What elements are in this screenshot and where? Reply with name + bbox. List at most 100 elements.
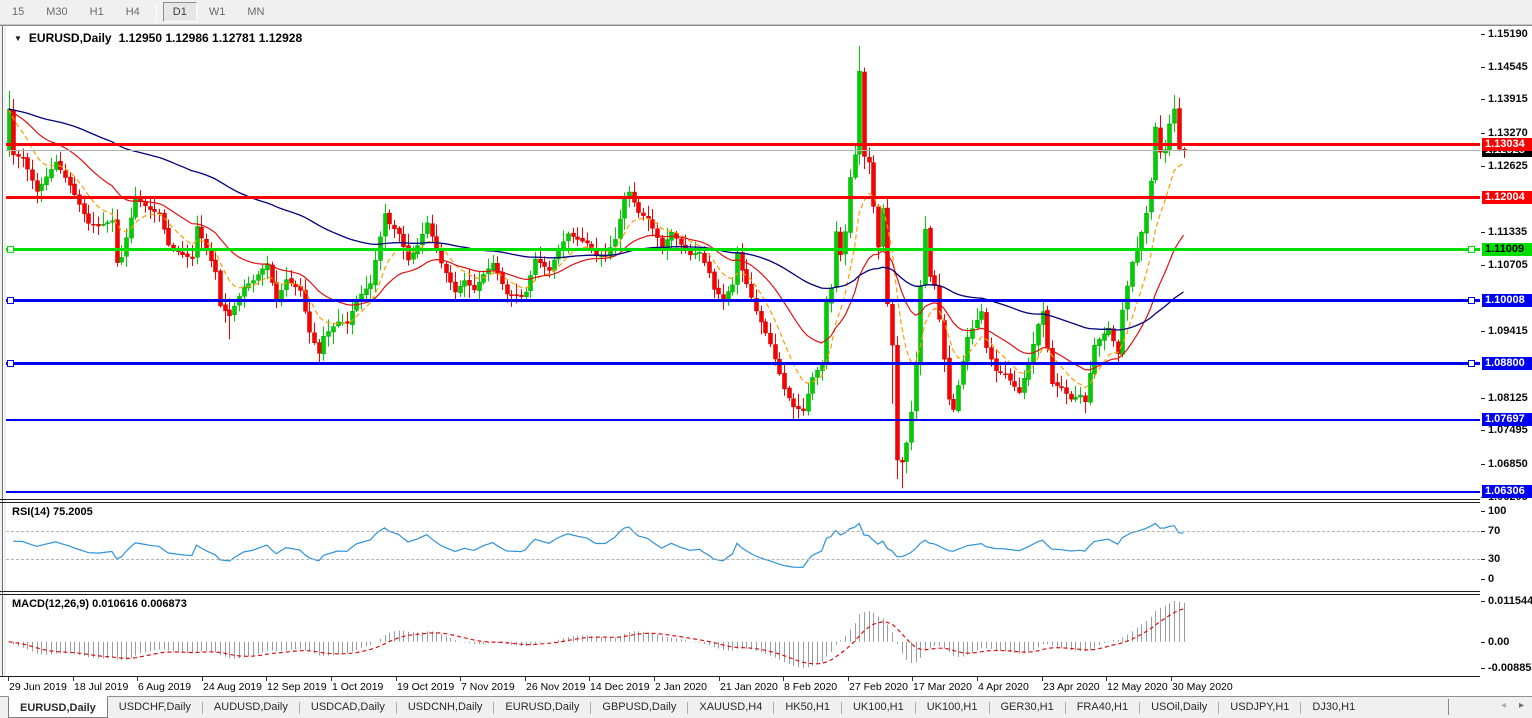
date-label: 12 May 2020 <box>1107 681 1168 693</box>
price-label: 1.07495 <box>1488 424 1528 436</box>
price-badge-1-13034: 1.13034 <box>1482 138 1532 151</box>
timeframe-15[interactable]: 15 <box>2 2 34 22</box>
price-tick <box>1481 464 1485 465</box>
rsi-axis-label: 70 <box>1488 525 1500 537</box>
tab-3-usdcad-daily[interactable]: USDCAD,Daily <box>300 697 396 718</box>
pane-divider[interactable] <box>0 594 1532 595</box>
hline-handle[interactable] <box>7 246 14 253</box>
price-badge-1-06306: 1.06306 <box>1482 485 1532 498</box>
tab-scroll-left-button[interactable]: ◂ <box>1501 701 1506 711</box>
timeframe-w1[interactable]: W1 <box>199 2 236 22</box>
tab-5-eurusd-daily[interactable]: EURUSD,Daily <box>494 697 590 718</box>
price-tick <box>1481 133 1485 134</box>
price-chart-pane[interactable]: ▼ EURUSD,Daily 1.12950 1.12986 1.12781 1… <box>6 27 1480 499</box>
tab-13-usoil-daily[interactable]: USOil,Daily <box>1140 697 1218 718</box>
price-label: 1.14545 <box>1488 61 1528 73</box>
price-tick <box>1481 430 1485 431</box>
macd-axis-label: -0.008858 <box>1488 662 1532 674</box>
tab-scroll-right-button[interactable]: ▸ <box>1519 701 1524 711</box>
tab-scroll-arrows: ◂ ▸ <box>1501 701 1524 711</box>
price-label: 1.15190 <box>1488 28 1528 40</box>
price-label: 1.08125 <box>1488 392 1528 404</box>
macd-histogram <box>10 601 1185 668</box>
rsi-axis-tick <box>1481 531 1485 532</box>
rsi-axis-tick <box>1481 511 1485 512</box>
date-label: 29 Jun 2019 <box>9 681 67 693</box>
hline-1-08800[interactable] <box>6 362 1480 365</box>
tab-8-hk50-h1[interactable]: HK50,H1 <box>774 697 841 718</box>
tab-11-ger30-h1[interactable]: GER30,H1 <box>990 697 1065 718</box>
chart-dropdown-icon[interactable]: ▼ <box>14 34 22 43</box>
pane-divider[interactable] <box>0 591 1532 592</box>
rsi-canvas[interactable] <box>6 503 1480 591</box>
hline-handle[interactable] <box>1468 297 1475 304</box>
price-label: 1.06850 <box>1488 458 1528 470</box>
price-tick <box>1481 99 1485 100</box>
tab-9-uk100-h1[interactable]: UK100,H1 <box>842 697 915 718</box>
timeframe-h4[interactable]: H4 <box>116 2 150 22</box>
hline-1-07697[interactable] <box>6 419 1480 421</box>
tab-15-dj30-h1[interactable]: DJ30,H1 <box>1301 697 1366 718</box>
rsi-axis-label: 0 <box>1488 573 1494 585</box>
price-tick <box>1481 67 1485 68</box>
macd-axis-label: 0.00 <box>1488 636 1509 648</box>
price-badge-1-12004: 1.12004 <box>1482 191 1532 204</box>
tab-0-eurusd-daily[interactable]: EURUSD,Daily <box>8 696 108 718</box>
macd-axis-label: 0.011544 <box>1488 595 1532 607</box>
chart-title: ▼ EURUSD,Daily 1.12950 1.12986 1.12781 1… <box>14 31 302 45</box>
macd-axis-tick <box>1481 642 1485 643</box>
macd-label: MACD(12,26,9) 0.010616 0.006873 <box>12 598 187 610</box>
hline-1-06306[interactable] <box>6 491 1480 493</box>
macd-canvas[interactable] <box>6 595 1480 676</box>
hline-1-11009[interactable] <box>6 248 1480 251</box>
tab-6-gbpusd-daily[interactable]: GBPUSD,Daily <box>591 697 687 718</box>
tab-7-xauusd-h4[interactable]: XAUUSD,H4 <box>688 697 773 718</box>
rsi-gridline-30 <box>6 559 1480 560</box>
price-axis: 1.151901.145451.139151.132701.126251.113… <box>1480 27 1532 677</box>
price-label: 1.13270 <box>1488 127 1528 139</box>
date-label: 24 Aug 2019 <box>203 681 262 693</box>
price-tick <box>1481 398 1485 399</box>
tab-1-usdchf-daily[interactable]: USDCHF,Daily <box>108 697 202 718</box>
hline-handle[interactable] <box>7 297 14 304</box>
tab-14-usdjpy-h1[interactable]: USDJPY,H1 <box>1219 697 1300 718</box>
macd-signal-line <box>9 609 1184 664</box>
hline-handle[interactable] <box>7 360 14 367</box>
timeframe-m30[interactable]: M30 <box>36 2 77 22</box>
pane-divider[interactable] <box>0 499 1532 500</box>
date-label: 7 Nov 2019 <box>461 681 515 693</box>
rsi-axis-label: 100 <box>1488 505 1506 517</box>
hline-handle[interactable] <box>1468 360 1475 367</box>
rsi-axis-tick <box>1481 559 1485 560</box>
macd-indicator-pane[interactable]: MACD(12,26,9) 0.010616 0.006873 <box>6 595 1480 676</box>
pane-divider[interactable] <box>0 502 1532 503</box>
hline-handle[interactable] <box>1468 246 1475 253</box>
hline-1-13034[interactable] <box>6 143 1480 146</box>
rsi-indicator-pane[interactable]: RSI(14) 75.2005 <box>6 503 1480 591</box>
date-label: 14 Dec 2019 <box>590 681 650 693</box>
bid-price-line <box>6 150 1480 151</box>
macd-axis-tick <box>1481 668 1485 669</box>
price-label: 1.11335 <box>1488 226 1527 238</box>
tab-4-usdcnh-daily[interactable]: USDCNH,Daily <box>397 697 494 718</box>
timeframe-d1[interactable]: D1 <box>163 2 197 22</box>
rsi-axis-label: 30 <box>1488 553 1500 565</box>
price-label: 1.12625 <box>1488 160 1528 172</box>
date-label: 30 May 2020 <box>1172 681 1233 693</box>
price-tick <box>1481 34 1485 35</box>
date-label: 17 Mar 2020 <box>913 681 972 693</box>
hline-1-12004[interactable] <box>6 196 1480 199</box>
date-label: 1 Oct 2019 <box>332 681 383 693</box>
tab-12-fra40-h1[interactable]: FRA40,H1 <box>1066 697 1139 718</box>
tab-10-uk100-h1[interactable]: UK100,H1 <box>916 697 989 718</box>
date-label: 18 Jul 2019 <box>74 681 128 693</box>
timeframe-h1[interactable]: H1 <box>80 2 114 22</box>
timeframe-mn[interactable]: MN <box>237 2 274 22</box>
hline-1-10008[interactable] <box>6 299 1480 302</box>
price-tick <box>1481 232 1485 233</box>
date-label: 12 Sep 2019 <box>267 681 327 693</box>
price-label: 1.10705 <box>1488 259 1528 271</box>
candlestick-canvas[interactable] <box>6 27 1480 499</box>
tab-2-audusd-daily[interactable]: AUDUSD,Daily <box>203 697 299 718</box>
price-badge-1-10008: 1.10008 <box>1482 294 1532 307</box>
